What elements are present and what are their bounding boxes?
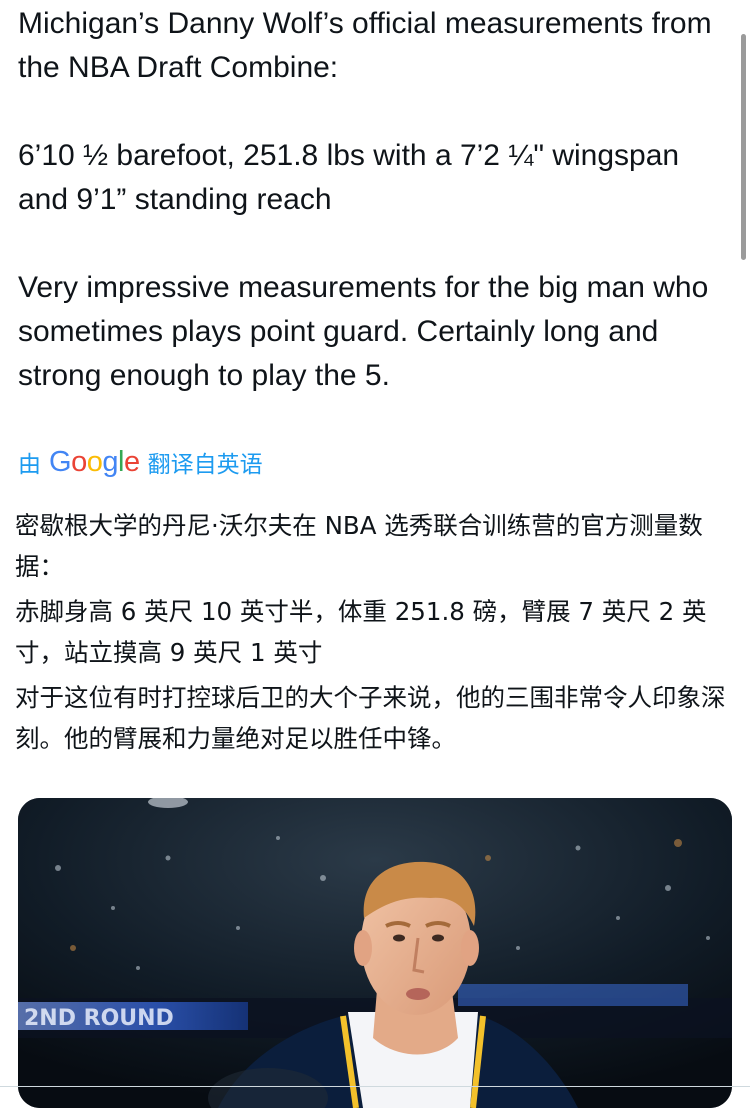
tweet-paragraph: Very impressive measurements for the big…: [18, 271, 709, 392]
basketball-player-photo: 2ND ROUND: [18, 798, 732, 1108]
translated-by-google-link[interactable]: 由 Google 翻译自英语: [18, 444, 263, 480]
google-logo-icon: Google: [49, 445, 140, 478]
tweet-text: Michigan’s Danny Wolf’s official measure…: [18, 2, 730, 398]
divider: [0, 1086, 750, 1087]
arena-board-text: 2ND ROUND: [24, 1006, 174, 1031]
translated-paragraph: 密歇根大学的丹尼·沃尔夫在 NBA 选秀联合训练营的官方测量数据：: [15, 511, 703, 581]
translated-paragraph: 赤脚身高 6 英尺 10 英寸半，体重 251.8 磅，臂展 7 英尺 2 英寸…: [15, 597, 707, 667]
translated-paragraph: 对于这位有时打控球后卫的大个子来说，他的三围非常令人印象深刻。他的臂展和力量绝对…: [15, 683, 726, 753]
tweet-paragraph: Michigan’s Danny Wolf’s official measure…: [18, 7, 712, 84]
page-scrollbar[interactable]: [741, 34, 746, 260]
translated-text: 密歇根大学的丹尼·沃尔夫在 NBA 选秀联合训练营的官方测量数据： 赤脚身高 6…: [15, 505, 737, 763]
tweet-media-photo[interactable]: 2ND ROUND: [18, 798, 732, 1108]
translated-by-prefix: 由: [18, 451, 41, 477]
tweet-paragraph: 6’10 ½ barefoot, 251.8 lbs with a 7’2 ¼"…: [18, 139, 680, 216]
translated-from-label: 翻译自英语: [147, 451, 263, 477]
